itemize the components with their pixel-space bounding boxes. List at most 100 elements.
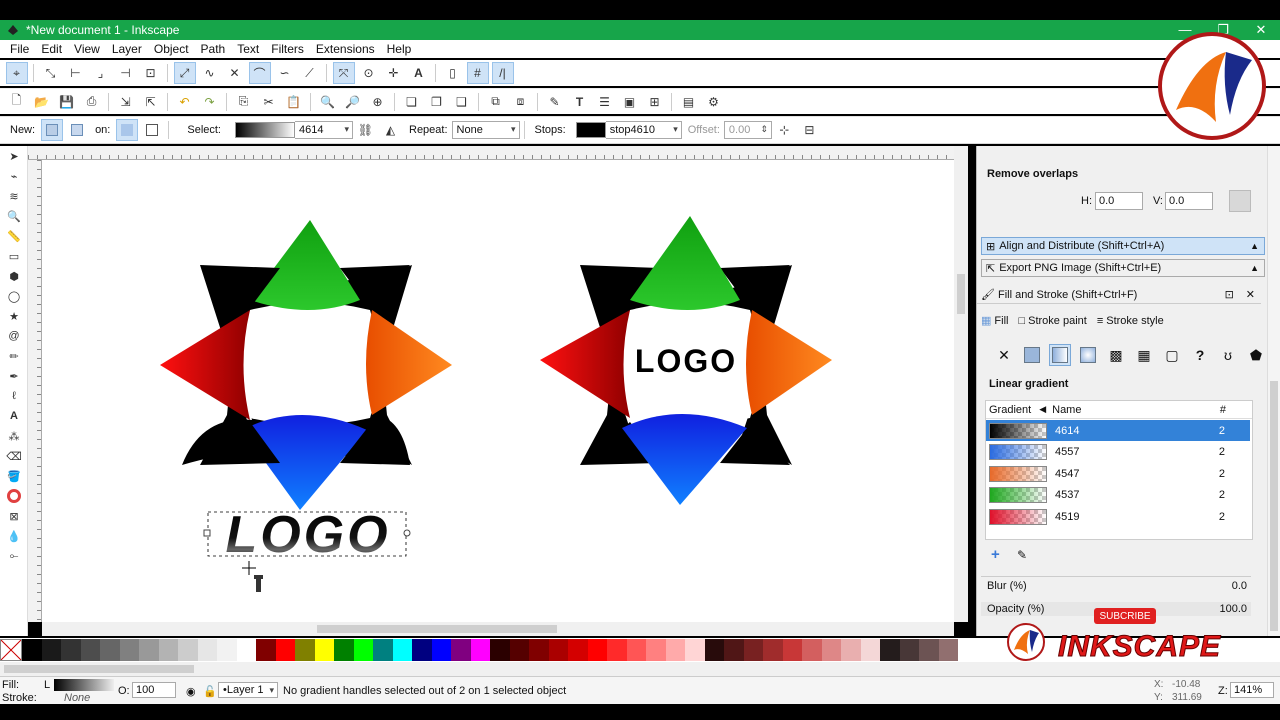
col-name[interactable]: Name bbox=[1052, 404, 1081, 416]
tab-fill[interactable]: ▦ Fill bbox=[981, 314, 1008, 328]
export-icon[interactable]: ⇱ bbox=[140, 91, 162, 113]
snap-guides-icon[interactable]: /| bbox=[491, 62, 514, 84]
palette-swatch[interactable] bbox=[568, 639, 588, 661]
palette-swatch[interactable] bbox=[295, 639, 315, 661]
fill-stroke-panel-header[interactable]: 🖌 Fill and Stroke (Shift+Ctrl+F) ⊡ ✕ bbox=[977, 286, 1261, 304]
snap-bbox-center-icon[interactable]: ⊡ bbox=[140, 62, 162, 84]
palette-swatch[interactable] bbox=[685, 639, 705, 661]
palette-swatch[interactable] bbox=[880, 639, 900, 661]
tweak-tool-icon[interactable]: ≋ bbox=[3, 186, 25, 206]
palette-swatch[interactable] bbox=[275, 639, 295, 661]
menu-file[interactable]: File bbox=[4, 42, 35, 56]
align-distribute-icon[interactable]: ⊞ bbox=[644, 91, 666, 113]
menu-help[interactable]: Help bbox=[381, 42, 418, 56]
scrollbar-thumb[interactable] bbox=[4, 665, 194, 673]
no-paint-icon[interactable]: ✕ bbox=[993, 344, 1015, 366]
palette-swatch[interactable] bbox=[217, 639, 237, 661]
palette-swatch[interactable] bbox=[197, 639, 217, 661]
h-spinbox[interactable]: 0.0 bbox=[1095, 192, 1143, 210]
snap-page-border-icon[interactable]: ▯ bbox=[442, 62, 464, 84]
palette-swatch[interactable] bbox=[665, 639, 685, 661]
palette-swatch[interactable] bbox=[119, 639, 139, 661]
snap-bbox-icon[interactable]: ⤡ bbox=[40, 62, 62, 84]
opacity-spinbox[interactable]: 100 bbox=[132, 682, 176, 698]
export-png-panel-header[interactable]: ⇱ Export PNG Image (Shift+Ctrl+E) ▲ bbox=[981, 259, 1265, 277]
star-red-arm[interactable] bbox=[160, 310, 250, 420]
dock-scrollbar[interactable] bbox=[1267, 146, 1280, 636]
remove-overlaps-button[interactable] bbox=[1229, 190, 1251, 212]
calligraphy-tool-icon[interactable]: ℓ bbox=[3, 386, 25, 406]
rectangle-tool-icon[interactable]: ▭ bbox=[3, 246, 25, 266]
palette-swatch[interactable] bbox=[802, 639, 822, 661]
snap-cusp-icon[interactable]: ⌒ bbox=[248, 62, 271, 84]
edit-gradient-icon[interactable]: ✎ bbox=[1017, 548, 1027, 562]
star-orange-arm[interactable] bbox=[746, 310, 832, 415]
gradient-select-combo[interactable]: 4614 ▾ bbox=[295, 121, 353, 139]
save-icon[interactable]: 💾 bbox=[56, 91, 78, 113]
object-properties-icon[interactable]: ▣ bbox=[619, 91, 641, 113]
selector-tool-icon[interactable]: ➤ bbox=[3, 146, 25, 166]
snap-bbox-edge-icon[interactable]: ⊢ bbox=[65, 62, 87, 84]
palette-swatch[interactable] bbox=[587, 639, 607, 661]
menu-extensions[interactable]: Extensions bbox=[310, 42, 381, 56]
reverse-gradient-icon[interactable]: ◭ bbox=[380, 119, 402, 141]
document-properties-icon[interactable]: ▤ bbox=[678, 91, 700, 113]
import-icon[interactable]: ⇲ bbox=[115, 91, 137, 113]
palette-swatch[interactable] bbox=[236, 639, 256, 661]
vertical-ruler[interactable] bbox=[28, 160, 42, 622]
link-gradients-icon[interactable]: ⛓ bbox=[355, 119, 377, 141]
canvas-vertical-scrollbar[interactable] bbox=[954, 146, 968, 622]
collapse-arrow-icon[interactable]: ▲ bbox=[1250, 263, 1259, 273]
v-spinbox[interactable]: 0.0 bbox=[1165, 192, 1213, 210]
subscribe-badge[interactable]: SUBCRIBE bbox=[1094, 608, 1156, 624]
menu-layer[interactable]: Layer bbox=[106, 42, 148, 56]
col-gradient[interactable]: Gradient bbox=[989, 404, 1031, 416]
insert-stop-icon[interactable]: ⊹ bbox=[773, 119, 795, 141]
gradient-row[interactable]: 4614 2 bbox=[986, 420, 1250, 441]
palette-swatch[interactable] bbox=[607, 639, 627, 661]
menu-object[interactable]: Object bbox=[148, 42, 195, 56]
palette-swatch[interactable] bbox=[178, 639, 198, 661]
palette-swatch[interactable] bbox=[392, 639, 412, 661]
zoom-tool-icon[interactable]: 🔍 bbox=[3, 206, 25, 226]
palette-swatch[interactable] bbox=[470, 639, 490, 661]
align-distribute-panel-header[interactable]: ⊞ Align and Distribute (Shift+Ctrl+A) ▲ bbox=[981, 237, 1265, 255]
dock-panel-icon[interactable]: ⊡ bbox=[1225, 288, 1234, 301]
tab-stroke-paint[interactable]: □ Stroke paint bbox=[1018, 314, 1086, 327]
preferences-icon[interactable]: ⚙ bbox=[703, 91, 725, 113]
palette-swatch[interactable] bbox=[724, 639, 744, 661]
new-document-icon[interactable]: 🗋 bbox=[6, 91, 28, 113]
star-orange-arm[interactable] bbox=[366, 310, 452, 415]
logo-text-below[interactable]: LOGO bbox=[225, 506, 390, 564]
dropper-tool-icon[interactable]: 💧 bbox=[3, 526, 25, 546]
add-gradient-icon[interactable]: + bbox=[991, 546, 1000, 563]
spiral-tool-icon[interactable]: @ bbox=[3, 326, 25, 346]
star-tool-icon[interactable]: ★ bbox=[3, 306, 25, 326]
offset-spinbox[interactable]: 0.00 ⇕ bbox=[723, 121, 772, 139]
open-icon[interactable]: 📂 bbox=[31, 91, 53, 113]
gradient-handle-end[interactable] bbox=[403, 529, 411, 537]
palette-swatch[interactable] bbox=[451, 639, 471, 661]
zoom-page-icon[interactable]: ⊕ bbox=[367, 91, 389, 113]
snap-intersections-icon[interactable]: ✕ bbox=[224, 62, 246, 84]
gradient-on-stroke-icon[interactable] bbox=[141, 119, 163, 141]
menu-text[interactable]: Text bbox=[231, 42, 265, 56]
snap-rotation-center-icon[interactable]: ✛ bbox=[383, 62, 405, 84]
scrollbar-thumb[interactable] bbox=[957, 274, 965, 314]
scrollbar-thumb[interactable] bbox=[317, 625, 557, 633]
pattern-icon[interactable]: ▦ bbox=[1133, 344, 1155, 366]
undo-icon[interactable]: ↶ bbox=[174, 91, 196, 113]
blur-value[interactable]: 0.0 bbox=[1232, 580, 1247, 592]
palette-swatch[interactable] bbox=[646, 639, 666, 661]
mesh-gradient-icon[interactable]: ▩ bbox=[1105, 344, 1127, 366]
palette-swatch[interactable] bbox=[626, 639, 646, 661]
pen-tool-icon[interactable]: ✒ bbox=[3, 366, 25, 386]
eraser-tool-icon[interactable]: ⌫ bbox=[3, 446, 25, 466]
palette-swatch[interactable] bbox=[139, 639, 159, 661]
unset-paint-icon[interactable]: ? bbox=[1189, 344, 1211, 366]
unlink-clone-icon[interactable]: ❑ bbox=[451, 91, 473, 113]
drawing-canvas[interactable]: LOGO LOGO bbox=[42, 160, 954, 622]
radial-gradient-icon[interactable] bbox=[66, 119, 88, 141]
palette-swatch[interactable] bbox=[529, 639, 549, 661]
palette-swatch[interactable] bbox=[22, 639, 42, 661]
